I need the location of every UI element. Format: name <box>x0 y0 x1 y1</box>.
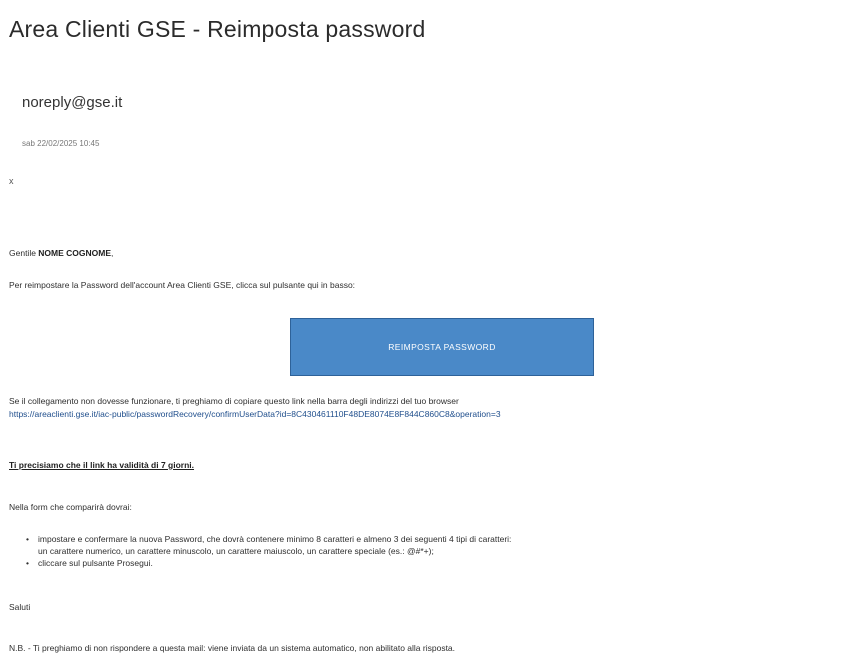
greeting: Gentile NOME COGNOME, <box>9 248 113 258</box>
greeting-suffix: , <box>111 248 114 258</box>
form-intro: Nella form che comparirà dovrai: <box>9 502 132 512</box>
sign-off: Saluti <box>9 602 31 612</box>
step-text-continued: un carattere numerico, un carattere minu… <box>38 546 434 556</box>
fallback-text: Se il collegamento non dovesse funzionar… <box>9 396 459 406</box>
email-subject: Area Clienti GSE - Reimposta password <box>9 16 426 42</box>
greeting-name: NOME COGNOME <box>38 248 112 258</box>
sent-date: sab 22/02/2025 10:45 <box>22 139 100 148</box>
step-text: impostare e confermare la nuova Password… <box>38 534 512 544</box>
list-item: cliccare sul pulsante Prosegui. <box>26 557 511 569</box>
validity-note: Ti precisiamo che il link ha validità di… <box>9 460 195 470</box>
instruction-text: Per reimpostare la Password dell'account… <box>9 280 356 290</box>
body-marker: x <box>9 176 14 186</box>
step-text: cliccare sul pulsante Prosegui. <box>38 558 153 568</box>
list-item: impostare e confermare la nuova Password… <box>26 533 511 557</box>
reset-password-button[interactable]: REIMPOSTA PASSWORD <box>290 318 594 376</box>
footer-note: N.B. - Ti preghiamo di non rispondere a … <box>9 643 456 653</box>
steps-list: impostare e confermare la nuova Password… <box>26 533 511 569</box>
reset-password-link[interactable]: https://areaclienti.gse.it/iac-public/pa… <box>9 409 501 419</box>
reset-password-button-label: REIMPOSTA PASSWORD <box>388 342 496 352</box>
sender-address[interactable]: noreply@gse.it <box>22 94 122 111</box>
greeting-prefix: Gentile <box>9 248 39 258</box>
